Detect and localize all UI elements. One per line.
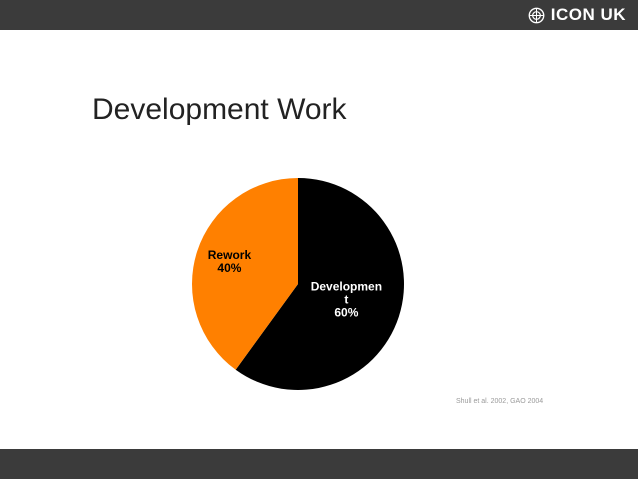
bottom-bar (0, 449, 638, 479)
slide: ICON UK Development Work Developmen t 60% R… (0, 0, 638, 479)
source-citation: Shull et al. 2002, GAO 2004 (456, 398, 544, 405)
pie-chart: Developmen t 60%Rework 40% (192, 178, 404, 390)
